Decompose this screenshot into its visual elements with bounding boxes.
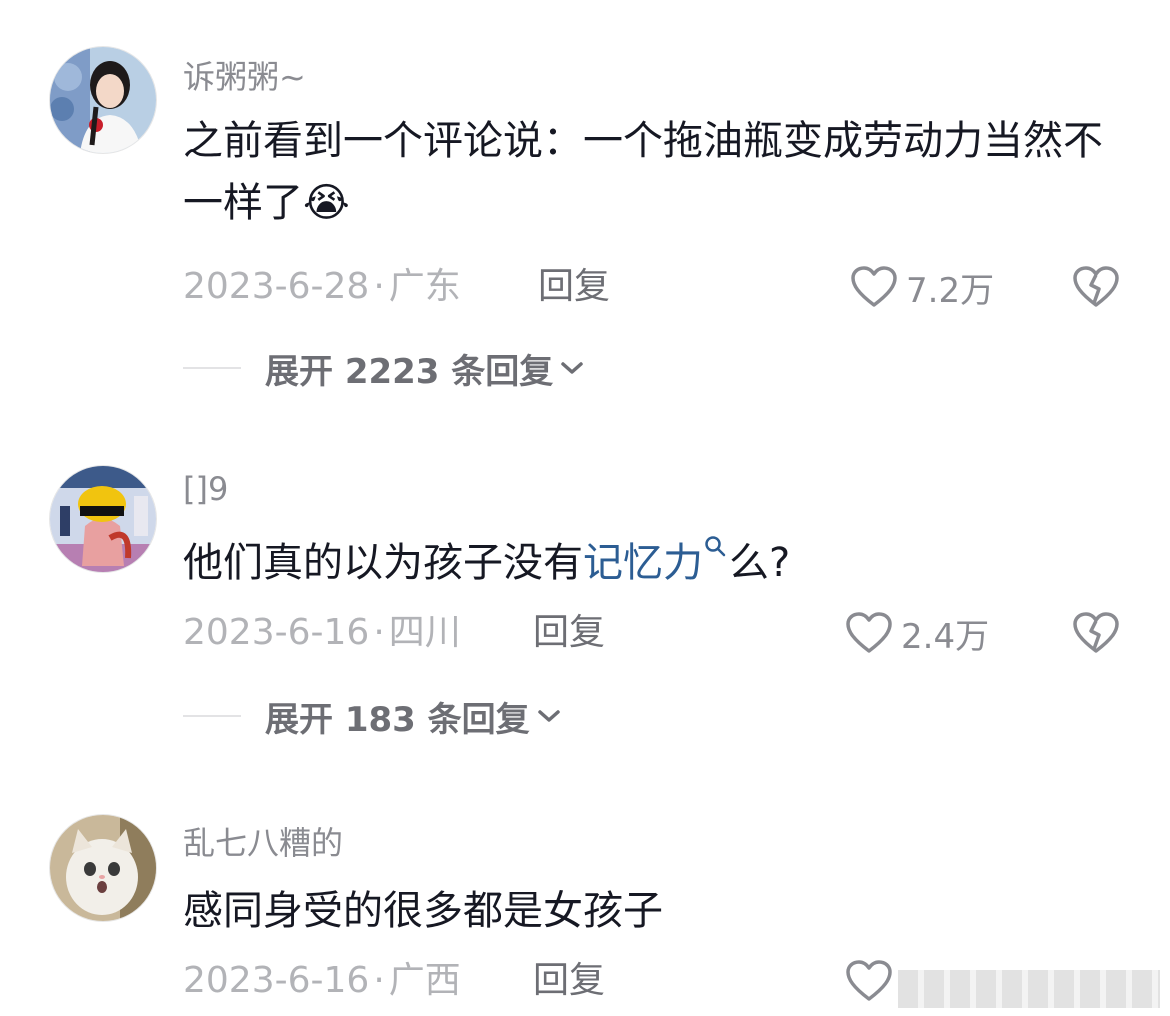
comment-location: 广东: [388, 266, 461, 307]
divider-line: [183, 367, 241, 369]
watermark: [898, 970, 1160, 1008]
reply-button[interactable]: 回复: [538, 262, 610, 312]
broken-heart-icon: [1073, 266, 1119, 307]
heart-icon: [851, 266, 897, 307]
comment-username[interactable]: 诉粥粥~: [183, 52, 306, 98]
comment-username[interactable]: []9: [183, 470, 228, 508]
reply-button[interactable]: 回复: [533, 956, 605, 1006]
divider-line: [183, 715, 241, 717]
comment-location: 四川: [388, 612, 461, 653]
heart-icon: [846, 960, 892, 1001]
search-icon[interactable]: [703, 534, 727, 558]
meta-separator: ·: [373, 612, 385, 653]
crying-emoji-icon: 😭: [303, 180, 350, 226]
comment-date: 2023-6-16: [183, 612, 370, 653]
expand-replies-label: 展开 183 条回复: [265, 699, 530, 740]
like-button[interactable]: 7.2万: [850, 262, 994, 312]
meta-separator: ·: [373, 960, 385, 1001]
broken-heart-icon: [1073, 612, 1119, 653]
avatar[interactable]: [49, 465, 157, 573]
avatar[interactable]: [49, 814, 157, 922]
chevron-down-icon: [561, 362, 584, 374]
comment-meta: 2023-6-16 · 广西: [183, 956, 461, 1006]
comment-date: 2023-6-28: [183, 266, 370, 307]
expand-replies-label: 展开 2223 条回复: [265, 351, 554, 392]
comment-username[interactable]: 乱七八糟的: [183, 818, 343, 864]
comment-date: 2023-6-16: [183, 960, 370, 1001]
dislike-button[interactable]: [1072, 608, 1120, 658]
expand-replies-button[interactable]: 展开 183 条回复: [183, 694, 562, 740]
comment-text: 之前看到一个评论说：一个拖油瓶变成劳动力当然不一样了😭: [183, 110, 1123, 234]
comment-meta: 2023-6-16 · 四川: [183, 608, 461, 658]
chevron-down-icon: [537, 710, 560, 722]
comment-text: 感同身受的很多都是女孩子: [183, 880, 1123, 942]
comment-location: 广西: [388, 960, 461, 1001]
avatar[interactable]: [49, 46, 157, 154]
like-count: 2.4万: [901, 616, 990, 657]
woman-portrait-avatar: [50, 47, 156, 153]
expand-replies-button[interactable]: 展开 2223 条回复: [183, 346, 585, 392]
comment-text: 他们真的以为孩子没有记忆力 么?: [183, 532, 1123, 594]
like-count: 7.2万: [906, 270, 995, 311]
comment-text-content: 他们真的以为孩子没有: [183, 540, 583, 586]
white-cat-avatar: [50, 815, 156, 921]
comment-text-suffix: 么?: [729, 540, 791, 586]
comment-text-content: 感同身受的很多都是女孩子: [183, 888, 663, 934]
like-button[interactable]: [845, 956, 893, 1006]
comment-meta: 2023-6-28 · 广东: [183, 262, 461, 312]
search-keyword-link[interactable]: 记忆力: [583, 540, 703, 586]
dislike-button[interactable]: [1072, 262, 1120, 312]
heart-icon: [846, 612, 892, 653]
cartoon-character-avatar: [50, 466, 156, 572]
meta-separator: ·: [373, 266, 385, 307]
reply-button[interactable]: 回复: [533, 608, 605, 658]
like-button[interactable]: 2.4万: [845, 608, 989, 658]
